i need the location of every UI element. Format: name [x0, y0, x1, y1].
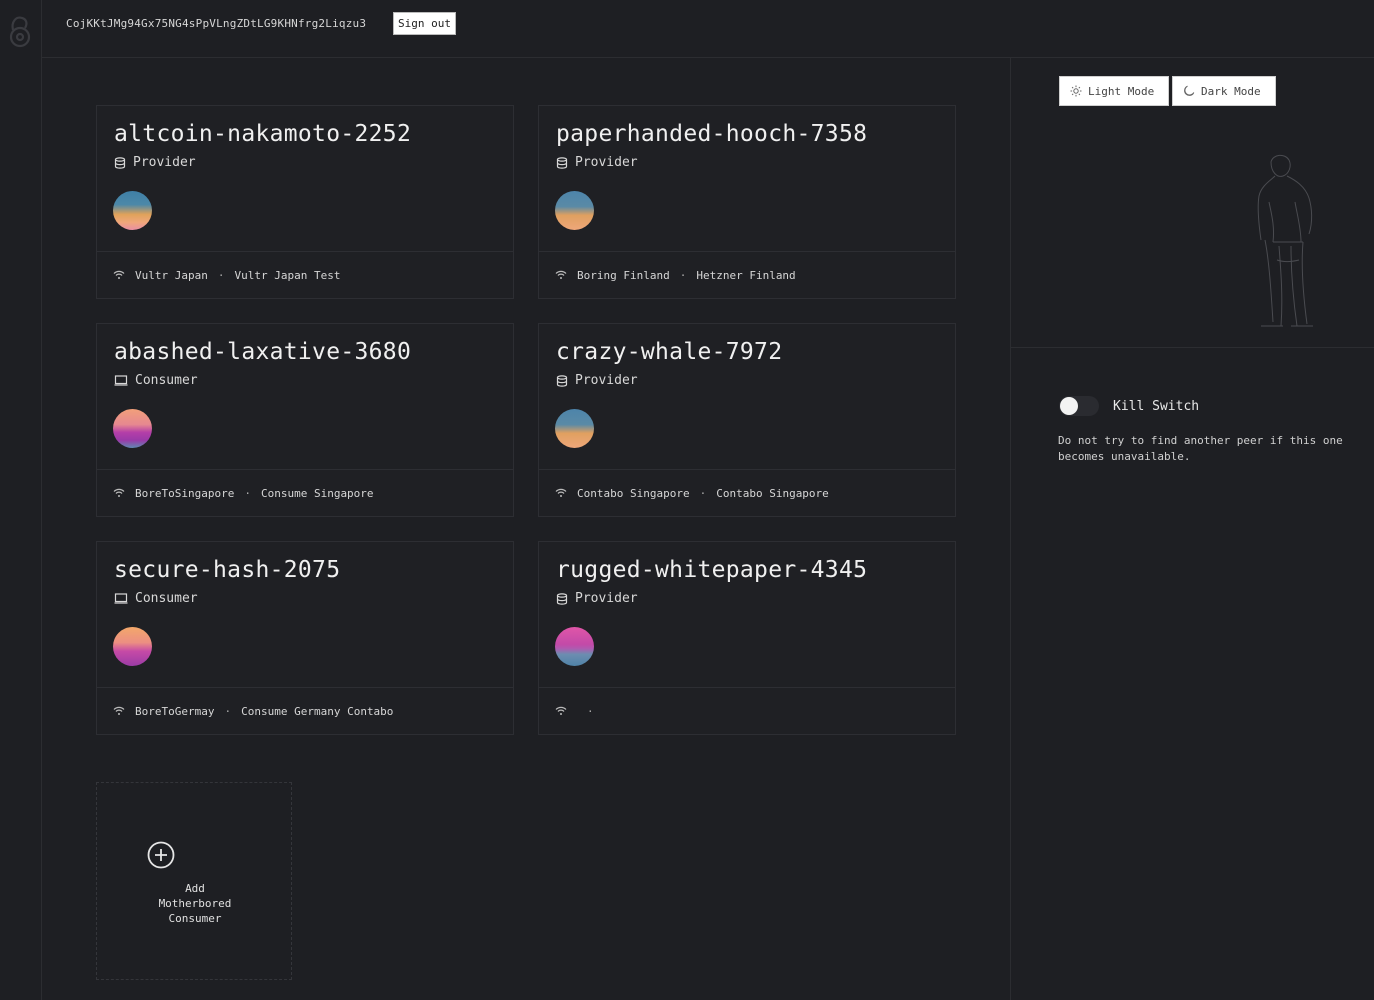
- separator: ·: [217, 268, 225, 282]
- peer-location: BoreToGermay: [135, 704, 215, 718]
- moon-icon: [1184, 85, 1195, 96]
- peer-avatar: [555, 627, 594, 666]
- peer-card[interactable]: abashed-laxative-3680 Consumer BoreToSin…: [96, 323, 514, 517]
- dark-mode-button[interactable]: Dark Mode: [1172, 76, 1276, 106]
- peer-footer: ·: [539, 687, 955, 734]
- peer-name: rugged-whitepaper-4345: [556, 557, 868, 583]
- add-consumer-label: Add Motherbored Consumer: [97, 881, 293, 926]
- separator: ·: [587, 704, 594, 718]
- peer-footer: Boring Finland · Hetzner Finland: [539, 251, 955, 298]
- peer-location: BoreToSingapore: [135, 486, 235, 500]
- peer-location: Vultr Japan: [135, 268, 208, 282]
- peer-name: abashed-laxative-3680: [114, 339, 412, 365]
- peer-role-label: Provider: [575, 373, 638, 388]
- wifi-icon: [555, 706, 567, 715]
- laptop-icon: [114, 375, 128, 386]
- wifi-icon: [113, 270, 125, 279]
- peer-footer: BoreToGermay · Consume Germany Contabo: [97, 687, 513, 734]
- peer-server: Consume Singapore: [260, 486, 374, 500]
- database-icon: [556, 592, 568, 605]
- peer-role: Provider: [556, 373, 638, 388]
- add-consumer-button[interactable]: Add Motherbored Consumer: [96, 782, 292, 980]
- peer-role: Provider: [556, 591, 638, 606]
- peer-role-label: Provider: [575, 155, 638, 170]
- peer-role-label: Provider: [575, 591, 638, 606]
- database-icon: [556, 374, 568, 387]
- peer-role: Consumer: [114, 591, 198, 606]
- kill-switch-description: Do not try to find another peer if this …: [1058, 434, 1343, 463]
- peer-location: Boring Finland: [577, 268, 670, 282]
- peer-role: Provider: [556, 155, 638, 170]
- peer-footer: BoreToSingapore · Consume Singapore: [97, 469, 513, 516]
- database-icon: [556, 156, 568, 169]
- sun-icon: [1070, 85, 1082, 97]
- logo-icon: [9, 16, 31, 48]
- settings-panel: Light Mode Dark Mode Kill Switch Do not …: [1010, 58, 1374, 1000]
- peer-location: Contabo Singapore: [577, 486, 690, 500]
- light-mode-label: Light Mode: [1088, 84, 1155, 98]
- plus-circle-icon: [147, 841, 175, 869]
- peer-server: Vultr Japan Test: [234, 268, 341, 282]
- peer-avatar: [555, 191, 594, 230]
- kill-switch-label: Kill Switch: [1113, 398, 1200, 414]
- dark-mode-label: Dark Mode: [1201, 84, 1261, 98]
- peer-role-label: Consumer: [135, 591, 198, 606]
- peer-avatar: [555, 409, 594, 448]
- peer-role-label: Consumer: [135, 373, 198, 388]
- peer-role: Consumer: [114, 373, 198, 388]
- peer-avatar: [113, 191, 152, 230]
- left-rail: [0, 0, 42, 1000]
- peer-card[interactable]: rugged-whitepaper-4345 Provider ·: [538, 541, 956, 735]
- separator: ·: [244, 486, 251, 500]
- peer-card[interactable]: secure-hash-2075 Consumer BoreToGermay ·…: [96, 541, 514, 735]
- peer-footer: Vultr Japan · Vultr Japan Test: [97, 251, 513, 298]
- kill-switch-toggle[interactable]: [1059, 396, 1099, 416]
- person-sketch-illustration: [1257, 154, 1313, 327]
- public-key: CojKKtJMg94Gx75NG4sPpVLngZDtLG9KHNfrg2Li…: [66, 17, 367, 30]
- separator: ·: [699, 486, 707, 500]
- peer-card[interactable]: altcoin-nakamoto-2252 Provider Vultr Jap…: [96, 105, 514, 299]
- peer-server: Hetzner Finland: [696, 268, 796, 282]
- peer-server: Consume Germany Contabo: [241, 704, 394, 718]
- top-bar: CojKKtJMg94Gx75NG4sPpVLngZDtLG9KHNfrg2Li…: [42, 0, 1374, 58]
- peer-name: paperhanded-hooch-7358: [556, 121, 868, 147]
- separator: ·: [224, 704, 232, 718]
- database-icon: [114, 156, 126, 169]
- wifi-icon: [113, 488, 125, 497]
- laptop-icon: [114, 593, 128, 604]
- add-label-line: Consumer: [168, 912, 222, 925]
- toggle-knob: [1060, 397, 1078, 415]
- sign-out-button[interactable]: Sign out: [393, 12, 456, 35]
- peer-avatar: [113, 409, 152, 448]
- peer-name: secure-hash-2075: [114, 557, 341, 583]
- wifi-icon: [555, 270, 567, 279]
- peer-avatar: [113, 627, 152, 666]
- peer-role: Provider: [114, 155, 196, 170]
- separator: ·: [679, 268, 687, 282]
- peer-name: altcoin-nakamoto-2252: [114, 121, 412, 147]
- peer-server: Contabo Singapore: [716, 486, 829, 500]
- peer-card[interactable]: paperhanded-hooch-7358 Provider Boring F…: [538, 105, 956, 299]
- add-label-line: Add: [185, 882, 205, 895]
- peer-role-label: Provider: [133, 155, 196, 170]
- wifi-icon: [113, 706, 125, 715]
- wifi-icon: [555, 488, 567, 497]
- peer-card[interactable]: crazy-whale-7972 Provider Contabo Singap…: [538, 323, 956, 517]
- app-root: CojKKtJMg94Gx75NG4sPpVLngZDtLG9KHNfrg2Li…: [0, 0, 1374, 1000]
- kill-switch-row: Kill Switch: [1059, 396, 1199, 416]
- peer-footer: Contabo Singapore · Contabo Singapore: [539, 469, 955, 516]
- light-mode-button[interactable]: Light Mode: [1059, 76, 1169, 106]
- theme-section: Light Mode Dark Mode: [1011, 58, 1374, 348]
- peer-name: crazy-whale-7972: [556, 339, 783, 365]
- add-label-line: Motherbored: [158, 897, 232, 910]
